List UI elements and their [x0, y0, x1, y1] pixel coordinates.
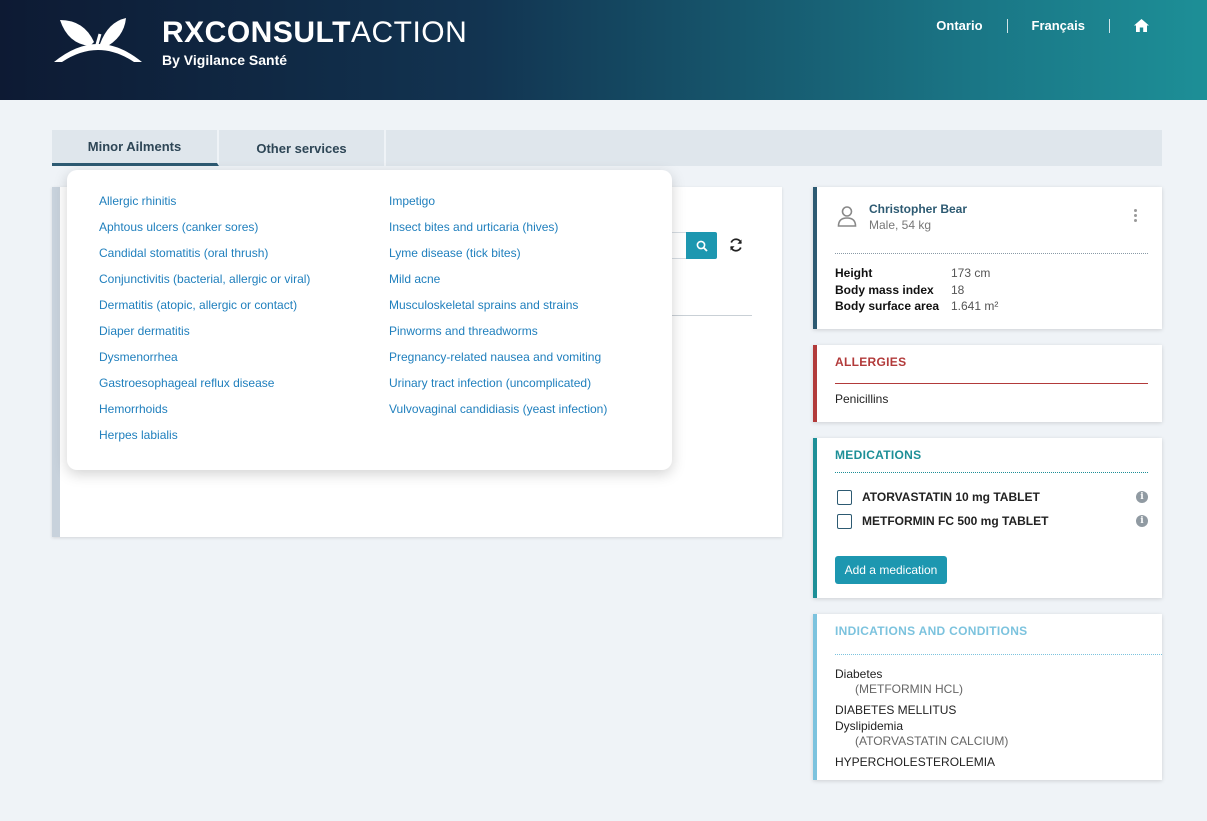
- medication-name: METFORMIN FC 500 mg TABLET: [862, 514, 1049, 528]
- add-medication-button[interactable]: Add a medication: [835, 556, 947, 584]
- allergies-title: ALLERGIES: [835, 355, 907, 369]
- condition-drug: (METFORMIN HCL): [855, 682, 963, 696]
- medication-checkbox[interactable]: [837, 513, 852, 529]
- divider: [835, 253, 1148, 254]
- medications-card: MEDICATIONS ATORVASTATIN 10 mg TABLET i …: [813, 438, 1162, 598]
- medications-title: MEDICATIONS: [835, 448, 922, 462]
- divider: [672, 315, 752, 316]
- condition-name: Dyslipidemia: [835, 719, 904, 733]
- divider: [835, 383, 1148, 384]
- medication-row: ATORVASTATIN 10 mg TABLET i: [837, 488, 1148, 506]
- nav-separator: [1109, 18, 1110, 33]
- ailment-link[interactable]: Dermatitis (atopic, allergic or contact): [99, 297, 310, 323]
- ailment-link[interactable]: Diaper dermatitis: [99, 323, 310, 349]
- nav-separator: [1006, 18, 1008, 33]
- service-tabs: Minor Ailments Other services: [52, 130, 1162, 166]
- condition-diagnosis: HYPERCHOLESTEROLEMIA: [835, 755, 996, 769]
- ailment-link[interactable]: Pregnancy-related nausea and vomiting: [389, 349, 607, 375]
- ailment-link[interactable]: Pinworms and threadworms: [389, 323, 607, 349]
- patient-name[interactable]: Christopher Bear: [869, 202, 967, 216]
- search-button[interactable]: [686, 232, 717, 259]
- dropdown-column-1: Allergic rhinitis Aphtous ulcers (canker…: [99, 193, 310, 453]
- ailment-link[interactable]: Hemorrhoids: [99, 401, 310, 427]
- ailment-link[interactable]: Dysmenorrhea: [99, 349, 310, 375]
- top-nav: Ontario Français: [912, 18, 1149, 33]
- metric-row: Body mass index 18: [835, 283, 998, 300]
- divider: [835, 654, 1162, 655]
- ailment-link[interactable]: Conjunctivitis (bacterial, allergic or v…: [99, 271, 310, 297]
- ailment-link[interactable]: Vulvovaginal candidiasis (yeast infectio…: [389, 401, 607, 427]
- medication-checkbox[interactable]: [837, 489, 852, 505]
- info-icon[interactable]: i: [1136, 515, 1148, 527]
- allergy-item: Penicillins: [835, 392, 889, 406]
- metric-row: Body surface area 1.641 m²: [835, 299, 998, 316]
- ailment-link[interactable]: Candidal stomatitis (oral thrush): [99, 245, 310, 271]
- metric-value: 1.641 m²: [951, 299, 999, 313]
- indications-list: Diabetes (METFORMIN HCL) DIABETES MELLIT…: [835, 667, 1008, 771]
- refresh-icon[interactable]: [728, 237, 744, 253]
- condition-diagnosis: DIABETES MELLITUS: [835, 703, 957, 717]
- minor-ailments-dropdown: Allergic rhinitis Aphtous ulcers (canker…: [67, 170, 672, 470]
- ailment-link[interactable]: Insect bites and urticaria (hives): [389, 219, 607, 245]
- condition-name: Diabetes: [835, 667, 883, 681]
- nav-link-francais[interactable]: Français: [1008, 18, 1109, 33]
- indications-card: INDICATIONS AND CONDITIONS Diabetes (MET…: [813, 614, 1162, 780]
- dropdown-column-2: Impetigo Insect bites and urticaria (hiv…: [389, 193, 607, 427]
- condition-drug: (ATORVASTATIN CALCIUM): [855, 734, 1009, 748]
- ailment-link[interactable]: Urinary tract infection (uncomplicated): [389, 375, 607, 401]
- metric-row: Height 173 cm: [835, 266, 998, 283]
- ailment-link[interactable]: Impetigo: [389, 193, 607, 219]
- ailment-link[interactable]: Aphtous ulcers (canker sores): [99, 219, 310, 245]
- metric-label: Height: [835, 266, 873, 280]
- medication-name: ATORVASTATIN 10 mg TABLET: [862, 490, 1040, 504]
- search-input[interactable]: [672, 232, 686, 259]
- search-icon: [696, 240, 708, 252]
- brand: RXCONSULTACTION By Vigilance Santé: [162, 16, 467, 68]
- ailment-link[interactable]: Lyme disease (tick bites): [389, 245, 607, 271]
- divider: [835, 472, 1148, 473]
- logo-icon: [54, 18, 142, 62]
- patient-card: Christopher Bear Male, 54 kg Height 173 …: [813, 187, 1162, 329]
- ailment-link[interactable]: Gastroesophageal reflux disease: [99, 375, 310, 401]
- tab-minor-ailments[interactable]: Minor Ailments: [52, 130, 219, 166]
- medication-row: METFORMIN FC 500 mg TABLET i: [837, 512, 1148, 530]
- ailment-link[interactable]: Musculoskeletal sprains and strains: [389, 297, 607, 323]
- ailment-link[interactable]: Mild acne: [389, 271, 607, 297]
- person-icon: [837, 206, 857, 227]
- nav-link-ontario[interactable]: Ontario: [912, 18, 1006, 33]
- patient-sex-weight: Male, 54 kg: [869, 218, 932, 232]
- indications-title: INDICATIONS AND CONDITIONS: [835, 624, 1028, 638]
- info-icon[interactable]: i: [1136, 491, 1148, 503]
- ailment-link[interactable]: Allergic rhinitis: [99, 193, 310, 219]
- brand-subtitle: By Vigilance Santé: [162, 52, 288, 68]
- home-icon: [1134, 19, 1149, 32]
- metric-label: Body mass index: [835, 282, 934, 297]
- metric-value: 18: [951, 282, 965, 297]
- more-options-icon[interactable]: [1134, 209, 1138, 225]
- app-header: RXCONSULTACTION By Vigilance Santé Ontar…: [0, 0, 1207, 100]
- metric-label: Body surface area: [835, 299, 940, 313]
- home-button[interactable]: [1110, 19, 1149, 32]
- metric-value: 173 cm: [951, 266, 991, 280]
- patient-metrics: Height 173 cm Body mass index 18 Body su…: [835, 266, 998, 316]
- tab-other-services[interactable]: Other services: [219, 130, 386, 166]
- allergies-card: ALLERGIES Penicillins: [813, 345, 1162, 422]
- ailment-link[interactable]: Herpes labialis: [99, 427, 310, 453]
- brand-name: RXCONSULTACTION: [162, 16, 468, 49]
